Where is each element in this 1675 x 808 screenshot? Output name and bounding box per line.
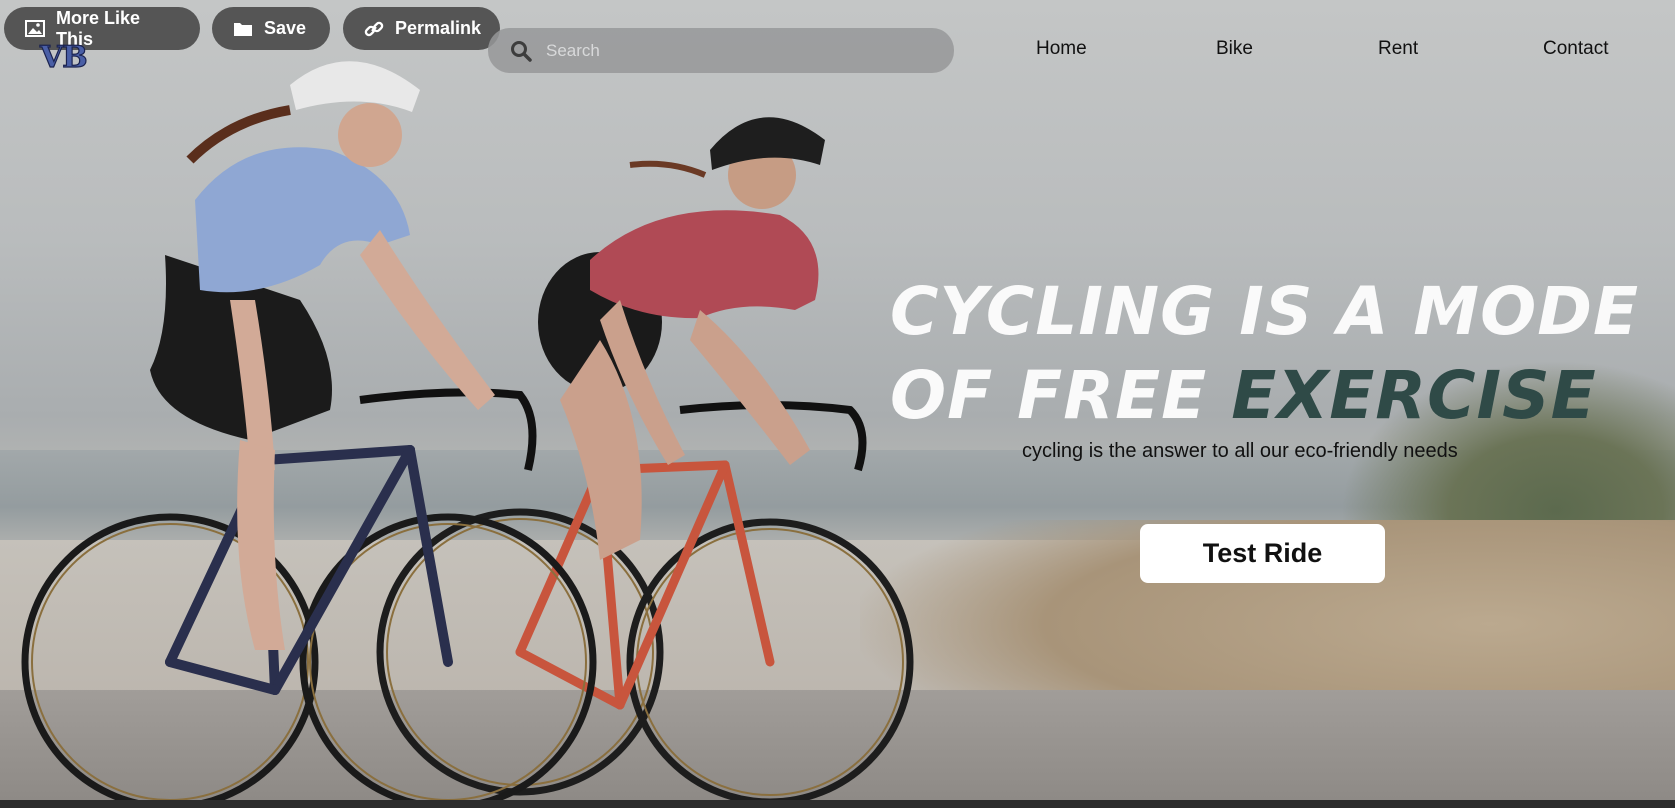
test-ride-button[interactable]: Test Ride <box>1140 524 1385 583</box>
nav-home-link[interactable]: Home <box>1036 38 1087 60</box>
headline-line-2: OF FREE EXERCISE <box>890 354 1660 438</box>
headline-accent-word: EXERCISE <box>1231 357 1597 434</box>
headline-line-1: CYCLING IS A MODE <box>890 273 1640 350</box>
save-button[interactable]: Save <box>212 7 330 50</box>
site-logo[interactable]: VB <box>39 39 88 75</box>
search-input[interactable] <box>544 39 948 62</box>
bottom-border <box>0 800 1675 808</box>
headline-line-2-prefix: OF FREE <box>890 357 1232 434</box>
folder-icon <box>232 18 254 40</box>
nav-rent-link[interactable]: Rent <box>1378 38 1418 60</box>
nav-bike-link[interactable]: Bike <box>1216 38 1253 60</box>
search-bar[interactable] <box>488 28 954 73</box>
nav-contact-link[interactable]: Contact <box>1543 38 1608 60</box>
permalink-button[interactable]: Permalink <box>343 7 500 50</box>
search-icon <box>510 40 532 62</box>
hero-subline: cycling is the answer to all our eco-fri… <box>1022 440 1458 462</box>
hero-headline: CYCLING IS A MODE OF FREE EXERCISE <box>890 270 1660 438</box>
save-label: Save <box>264 18 307 38</box>
image-icon <box>24 18 46 40</box>
more-like-this-button[interactable]: More Like This <box>4 7 200 50</box>
link-icon <box>363 18 385 40</box>
permalink-label: Permalink <box>395 18 482 38</box>
